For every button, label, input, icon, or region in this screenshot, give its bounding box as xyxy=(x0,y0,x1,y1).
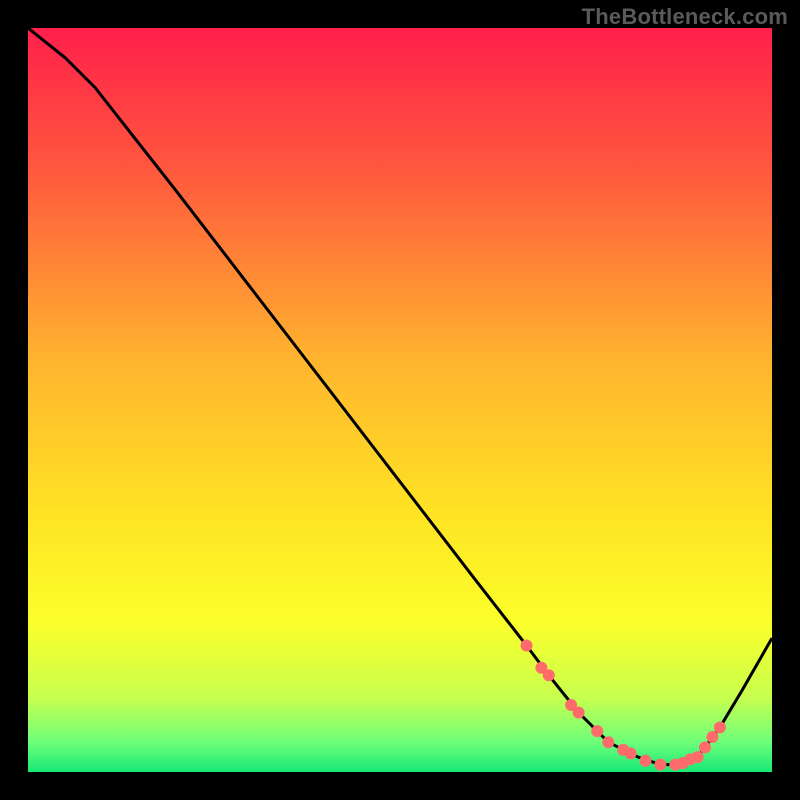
highlight-dot xyxy=(714,721,726,733)
chart-frame: TheBottleneck.com xyxy=(0,0,800,800)
highlight-dot xyxy=(625,747,637,759)
highlight-dot xyxy=(521,640,533,652)
highlight-dot xyxy=(699,741,711,753)
highlight-dot xyxy=(654,759,666,771)
highlight-dot xyxy=(640,755,652,767)
highlight-dot xyxy=(707,731,719,743)
highlight-dot xyxy=(591,725,603,737)
watermark-text: TheBottleneck.com xyxy=(582,4,788,30)
highlight-dot xyxy=(573,707,585,719)
highlight-dot xyxy=(602,736,614,748)
bottleneck-chart xyxy=(28,28,772,772)
highlight-dot xyxy=(543,669,555,681)
highlight-dot xyxy=(692,751,704,763)
gradient-background xyxy=(28,28,772,772)
